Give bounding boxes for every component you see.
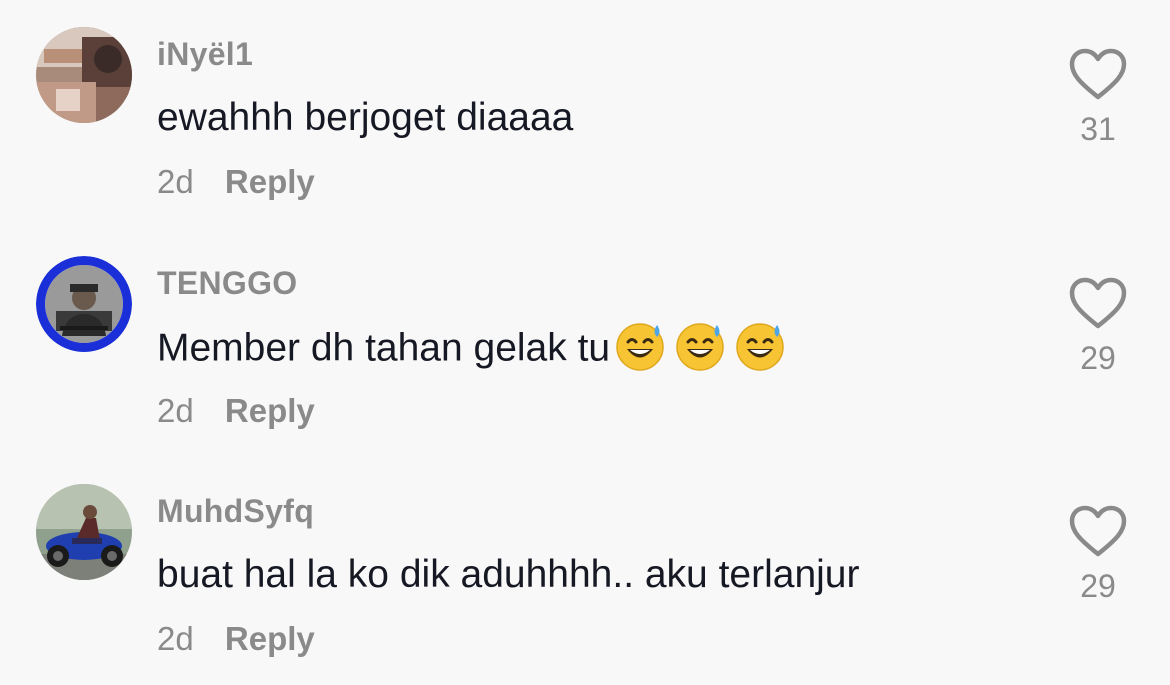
user-avatar[interactable] [36, 484, 132, 580]
comment-time: 2d [157, 392, 194, 429]
user-avatar[interactable] [36, 256, 132, 352]
comment-item: TENGGO Member dh tahan gelak tu 2d Reply… [0, 229, 1170, 457]
user-avatar[interactable] [36, 27, 132, 123]
comment-text: buat hal la ko dik aduhhhh.. aku terlanj… [157, 553, 860, 596]
emoji-row [614, 323, 794, 376]
heart-icon[interactable] [1069, 277, 1127, 331]
comment-text-body: Member dh tahan gelak tu [157, 326, 611, 370]
sweat-smile-emoji-icon [674, 320, 726, 372]
like-button[interactable]: 29 [1066, 505, 1130, 605]
like-count: 29 [1080, 340, 1116, 376]
reply-button[interactable]: Reply [225, 163, 315, 200]
comment-meta: 2d Reply [157, 391, 315, 431]
comment-meta: 2d Reply [157, 162, 315, 202]
reply-button[interactable]: Reply [225, 392, 315, 429]
comment-text: Member dh tahan gelak tu [157, 323, 794, 376]
avatar-photo-icon [36, 484, 132, 580]
comment-username[interactable]: MuhdSyfq [157, 491, 314, 531]
like-button[interactable]: 31 [1066, 48, 1130, 148]
avatar-photo-icon [36, 27, 132, 123]
comment-meta: 2d Reply [157, 619, 315, 659]
comment-item: MuhdSyfq buat hal la ko dik aduhhhh.. ak… [0, 457, 1170, 685]
comment-username[interactable]: iNyël1 [157, 34, 253, 74]
like-button[interactable]: 29 [1066, 277, 1130, 377]
comment-item: iNyël1 ewahhh berjoget diaaaa 2d Reply 3… [0, 0, 1170, 228]
heart-icon[interactable] [1069, 48, 1127, 102]
sweat-smile-emoji-icon [614, 320, 666, 372]
like-count: 29 [1080, 568, 1116, 604]
heart-icon[interactable] [1069, 505, 1127, 559]
avatar-photo-icon [36, 256, 132, 352]
comment-text: ewahhh berjoget diaaaa [157, 96, 574, 139]
comment-time: 2d [157, 163, 194, 200]
comment-username[interactable]: TENGGO [157, 263, 297, 303]
like-count: 31 [1080, 111, 1116, 147]
reply-button[interactable]: Reply [225, 620, 315, 657]
sweat-smile-emoji-icon [734, 320, 786, 372]
comment-time: 2d [157, 620, 194, 657]
